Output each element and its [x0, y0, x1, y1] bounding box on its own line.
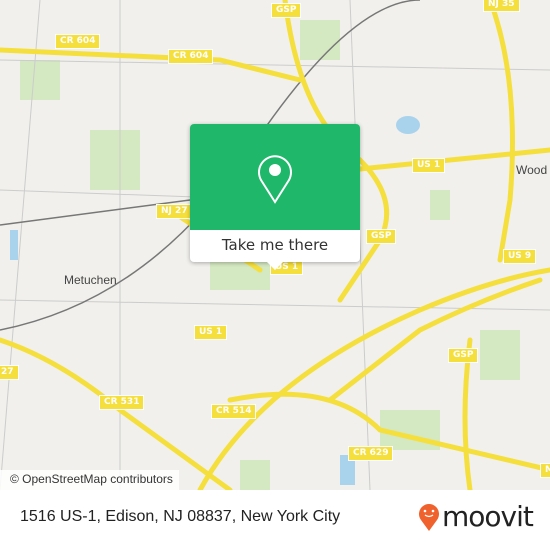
road-shield: GSP: [448, 348, 479, 363]
place-label: Metuchen: [64, 273, 117, 287]
location-pin-icon: [258, 155, 292, 204]
road-shield: US 1: [412, 158, 446, 173]
road-shield: GSP: [366, 229, 397, 244]
road-shield: CR 514: [211, 404, 257, 419]
map-attribution[interactable]: © OpenStreetMap contributors: [0, 470, 179, 490]
road-shield: NJ 35: [483, 0, 520, 12]
road-shield: CR 604: [168, 49, 214, 64]
road-shield: US 1: [194, 325, 228, 340]
moovit-pin-icon: [419, 503, 439, 531]
place-label: Wood: [516, 163, 548, 177]
road-shield: CR 629: [348, 446, 394, 461]
road-shield: US 9: [503, 249, 537, 264]
popup-tail: [267, 262, 283, 270]
road-shield: M: [540, 463, 550, 478]
road-shield: GSP: [271, 3, 302, 18]
road-shield: 27: [0, 365, 19, 380]
road-shield: CR 531: [99, 395, 145, 410]
take-me-there-button[interactable]: Take me there: [190, 230, 360, 262]
road-shield: NJ 27: [156, 204, 193, 219]
moovit-logo[interactable]: moovit: [418, 500, 534, 533]
road-shield: CR 604: [55, 34, 101, 49]
moovit-wordmark: moovit: [442, 500, 534, 533]
address-text: 1516 US-1, Edison, NJ 08837, New York Ci…: [20, 508, 341, 525]
destination-popup: Take me there: [190, 124, 360, 270]
